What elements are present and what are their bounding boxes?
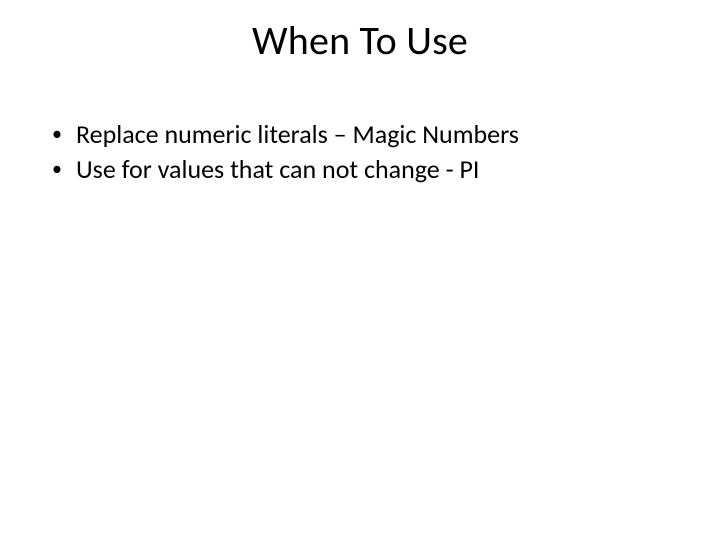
list-item: • Replace numeric literals – Magic Numbe… — [52, 118, 680, 151]
slide-title: When To Use — [0, 16, 720, 65]
bullet-text: Replace numeric literals – Magic Numbers — [76, 118, 519, 151]
bullet-icon: • — [52, 118, 62, 150]
bullet-text: Use for values that can not change - PI — [76, 153, 479, 186]
bullet-icon: • — [52, 153, 62, 185]
slide: When To Use • Replace numeric literals –… — [0, 0, 720, 540]
slide-body: • Replace numeric literals – Magic Numbe… — [52, 118, 680, 189]
list-item: • Use for values that can not change - P… — [52, 153, 680, 186]
